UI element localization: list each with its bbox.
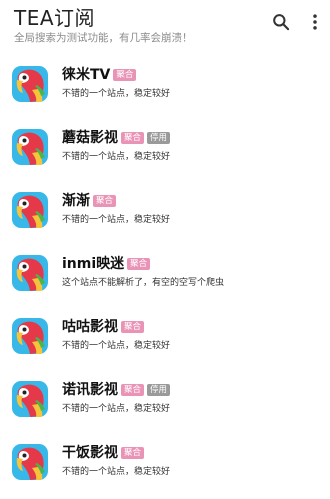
name-row: 渐渐 聚合 — [62, 192, 117, 210]
subscription-item[interactable]: 蘑菇影视 聚合 停用 不错的一个站点，稳定较好 — [0, 115, 330, 178]
name-row: 徕米TV 聚合 — [62, 66, 137, 84]
name-row: 干饭影视 聚合 — [62, 444, 145, 462]
aggregate-badge: 聚合 — [113, 69, 137, 81]
more-vert-icon — [313, 14, 317, 30]
aggregate-badge: 聚合 — [121, 447, 145, 459]
name-row: inmi映迷 聚合 — [62, 255, 151, 273]
subscription-description: 这个站点不能解析了，有空的空写个爬虫 — [62, 278, 225, 288]
parrot-icon — [12, 66, 48, 102]
subscription-name: 诺讯影视 — [62, 382, 118, 398]
subscription-item[interactable]: 渐渐 聚合 不错的一个站点，稳定较好 — [0, 178, 330, 241]
subscription-description: 不错的一个站点，稳定较好 — [62, 215, 171, 225]
subscription-description: 不错的一个站点，稳定较好 — [62, 152, 171, 162]
name-row: 诺讯影视 聚合 停用 — [62, 381, 171, 399]
parrot-icon — [12, 444, 48, 480]
name-row: 蘑菇影视 聚合 停用 — [62, 129, 171, 147]
parrot-icon — [12, 129, 48, 165]
subscription-name: 咕咕影视 — [62, 319, 118, 335]
parrot-icon — [12, 318, 48, 354]
parrot-icon — [12, 192, 48, 228]
subscription-name: 干饭影视 — [62, 445, 118, 461]
subscription-item[interactable]: inmi映迷 聚合 这个站点不能解析了，有空的空写个爬虫 — [0, 241, 330, 304]
subscription-name: 渐渐 — [62, 193, 90, 209]
app-bar: TEA订阅 全局搜索为测试功能，有几率会崩溃！ — [0, 0, 330, 52]
name-row: 咕咕影视 聚合 — [62, 318, 145, 336]
subscription-item[interactable]: 徕米TV 聚合 不错的一个站点，稳定较好 — [0, 52, 330, 115]
aggregate-badge: 聚合 — [93, 195, 117, 207]
aggregate-badge: 聚合 — [121, 132, 145, 144]
disabled-badge: 停用 — [147, 384, 171, 396]
subscription-item[interactable]: 干饭影视 聚合 不错的一个站点，稳定较好 — [0, 430, 330, 493]
subscription-item[interactable]: 咕咕影视 聚合 不错的一个站点，稳定较好 — [0, 304, 330, 367]
search-icon — [273, 14, 290, 31]
subscription-name: 徕米TV — [62, 67, 111, 83]
subscription-list: 徕米TV 聚合 不错的一个站点，稳定较好 蘑菇影视 聚合 停用 不错的一个站点，稳… — [0, 52, 330, 493]
aggregate-badge: 聚合 — [121, 321, 145, 333]
subscription-item[interactable]: 诺讯影视 聚合 停用 不错的一个站点，稳定较好 — [0, 367, 330, 430]
more-options-button[interactable] — [303, 10, 327, 34]
subscription-name: inmi映迷 — [62, 256, 125, 272]
parrot-icon — [12, 255, 48, 291]
subscription-description: 不错的一个站点，稳定较好 — [62, 89, 171, 99]
search-button[interactable] — [269, 10, 293, 34]
subscription-description: 不错的一个站点，稳定较好 — [62, 404, 171, 414]
aggregate-badge: 聚合 — [127, 258, 151, 270]
parrot-icon — [12, 381, 48, 417]
aggregate-badge: 聚合 — [121, 384, 145, 396]
disabled-badge: 停用 — [147, 132, 171, 144]
subscription-name: 蘑菇影视 — [62, 130, 118, 146]
subscription-description: 不错的一个站点，稳定较好 — [62, 467, 171, 477]
app-title: TEA订阅 — [14, 6, 96, 30]
app-subtitle: 全局搜索为测试功能，有几率会崩溃！ — [14, 32, 193, 44]
subscription-description: 不错的一个站点，稳定较好 — [62, 341, 171, 351]
